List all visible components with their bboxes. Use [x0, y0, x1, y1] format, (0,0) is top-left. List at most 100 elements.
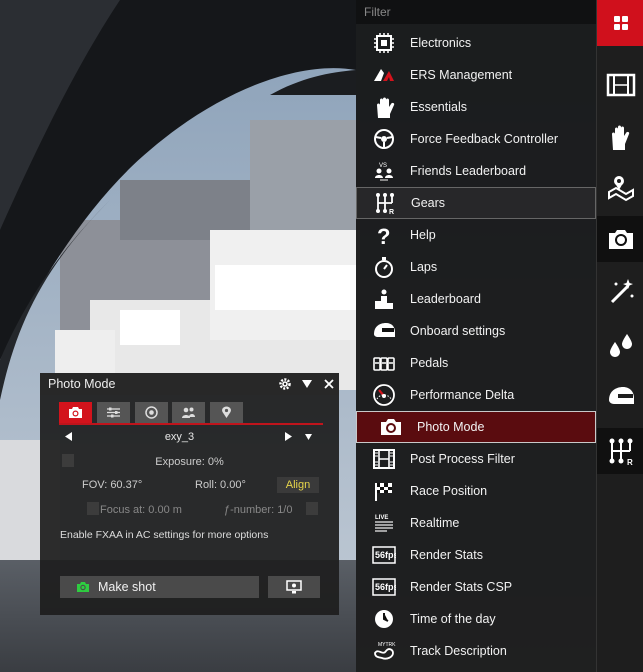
app-item-label: Friends Leaderboard	[410, 164, 527, 178]
photo-frame-icon	[286, 580, 302, 594]
close-icon[interactable]	[322, 377, 336, 391]
app-list-panel: Filter Electronics ERS Management Essentia…	[356, 0, 596, 672]
svg-text:56fps: 56fps	[375, 550, 396, 560]
app-item-help[interactable]: ? Help	[356, 219, 596, 251]
app-item-race-position[interactable]: Race Position	[356, 475, 596, 507]
app-item-label: Laps	[410, 260, 438, 274]
fxaa-hint: Enable FXAA in AC settings for more opti…	[60, 529, 269, 541]
preset-name[interactable]: exy_3	[40, 431, 319, 443]
shot-gallery-button[interactable]	[268, 576, 320, 598]
app-item-friends-leaderboard[interactable]: VS Friends Leaderboard	[356, 155, 596, 187]
app-item-label: Race Position	[410, 484, 488, 498]
preset-dropdown-icon[interactable]	[305, 434, 312, 440]
collapse-triangle-icon[interactable]	[300, 377, 314, 391]
make-shot-label: Make shot	[98, 580, 156, 594]
tab-people[interactable]	[172, 402, 205, 423]
app-item-label: Render Stats CSP	[410, 580, 513, 594]
flag-icon	[371, 479, 397, 503]
sidebar-map-button[interactable]	[597, 164, 643, 210]
sidebar-film-button[interactable]	[597, 62, 643, 108]
fov-value[interactable]: FOV: 60.37°	[82, 479, 142, 491]
steering-wheel-icon	[371, 127, 397, 151]
app-sidebar: R	[596, 0, 643, 672]
app-item-performance-delta[interactable]: Performance Delta	[356, 379, 596, 411]
app-item-electronics[interactable]: Electronics	[356, 27, 596, 59]
apps-grid-button[interactable]	[597, 0, 643, 46]
app-item-label: Performance Delta	[410, 388, 515, 402]
location-pin-icon	[222, 406, 231, 418]
preset-next-arrow-icon[interactable]	[285, 432, 293, 441]
app-item-label: Help	[410, 228, 436, 242]
camera-icon	[69, 407, 82, 418]
pedals-icon	[371, 351, 397, 375]
focus-value: Focus at: 0.00 m	[100, 504, 182, 516]
glove-icon	[371, 95, 397, 119]
align-button[interactable]: Align	[277, 477, 319, 493]
app-item-track-description[interactable]: MYTRK Track Description	[356, 635, 596, 667]
podium-icon	[371, 287, 397, 311]
helmet-icon	[371, 319, 397, 343]
app-item-label: Gears	[411, 196, 446, 210]
stopwatch-icon	[371, 255, 397, 279]
helmet-icon	[608, 387, 634, 404]
sidebar-essentials-button[interactable]	[597, 114, 643, 160]
roll-value[interactable]: Roll: 0.00°	[195, 479, 246, 491]
sliders-icon	[107, 407, 120, 418]
app-item-essentials[interactable]: Essentials	[356, 91, 596, 123]
app-item-laps[interactable]: Laps	[356, 251, 596, 283]
clock-icon	[371, 607, 397, 631]
sidebar-photo-button[interactable]	[597, 216, 643, 262]
app-item-photo-mode[interactable]: Photo Mode	[356, 411, 596, 443]
fps-csp-icon: 56fps	[371, 575, 397, 599]
app-item-label: Render Stats	[410, 548, 483, 562]
track-icon: MYTRK	[371, 639, 397, 663]
app-item-realtime[interactable]: LIVE Realtime	[356, 507, 596, 539]
app-item-render-stats[interactable]: 56fps Render Stats	[356, 539, 596, 571]
app-item-label: Pedals	[410, 356, 449, 370]
fnumber-toggle[interactable]	[306, 502, 318, 515]
sidebar-gears-button[interactable]: R	[597, 428, 643, 474]
app-item-ers-management[interactable]: ERS Management	[356, 59, 596, 91]
make-shot-button[interactable]: Make shot	[60, 576, 259, 598]
app-item-onboard-settings[interactable]: Onboard settings	[356, 315, 596, 347]
gear-icon[interactable]	[278, 377, 292, 391]
camera-icon	[378, 415, 404, 439]
app-item-label: Force Feedback Controller	[410, 132, 558, 146]
app-item-force-feedback-controller[interactable]: Force Feedback Controller	[356, 123, 596, 155]
app-item-time-of-the-day[interactable]: Time of the day	[356, 603, 596, 635]
app-item-post-process-filter[interactable]: Post Process Filter	[356, 443, 596, 475]
app-item-render-stats-csp[interactable]: 56fps Render Stats CSP	[356, 571, 596, 603]
app-item-label: Essentials	[410, 100, 467, 114]
app-item-label: Onboard settings	[410, 324, 506, 338]
app-item-pedals[interactable]: Pedals	[356, 347, 596, 379]
filter-input[interactable]: Filter	[356, 0, 596, 24]
svg-text:?: ?	[377, 224, 390, 247]
app-item-label: ERS Management	[410, 68, 513, 82]
focus-toggle[interactable]	[87, 502, 99, 515]
photo-mode-tabs	[59, 402, 323, 425]
sidebar-weather-button[interactable]	[597, 322, 643, 368]
app-item-label: Post Process Filter	[410, 452, 515, 466]
photo-mode-titlebar[interactable]: Photo Mode	[40, 373, 339, 395]
svg-text:LIVE: LIVE	[375, 515, 388, 521]
aperture-icon	[145, 406, 158, 419]
svg-text:R: R	[627, 458, 633, 466]
sidebar-onboard-button[interactable]	[597, 374, 643, 420]
tab-location[interactable]	[210, 402, 243, 423]
fps-icon: 56fps	[371, 543, 397, 567]
film-icon	[606, 73, 635, 97]
app-item-gears[interactable]: R Gears	[356, 187, 596, 219]
app-item-label: Time of the day	[410, 612, 496, 626]
app-item-label: Leaderboard	[410, 292, 481, 306]
water-drops-icon	[609, 334, 632, 357]
photo-mode-title: Photo Mode	[48, 377, 116, 391]
sidebar-magic-button[interactable]	[597, 268, 643, 314]
fnumber-value: ƒ-number: 1/0	[224, 504, 293, 516]
gearshift-icon: R	[609, 438, 633, 466]
app-item-leaderboard[interactable]: Leaderboard	[356, 283, 596, 315]
tab-sliders[interactable]	[97, 402, 130, 423]
tab-camera[interactable]	[59, 402, 92, 423]
tab-aperture[interactable]	[135, 402, 168, 423]
friends-icon: VS	[371, 159, 397, 183]
green-camera-icon	[77, 582, 89, 592]
